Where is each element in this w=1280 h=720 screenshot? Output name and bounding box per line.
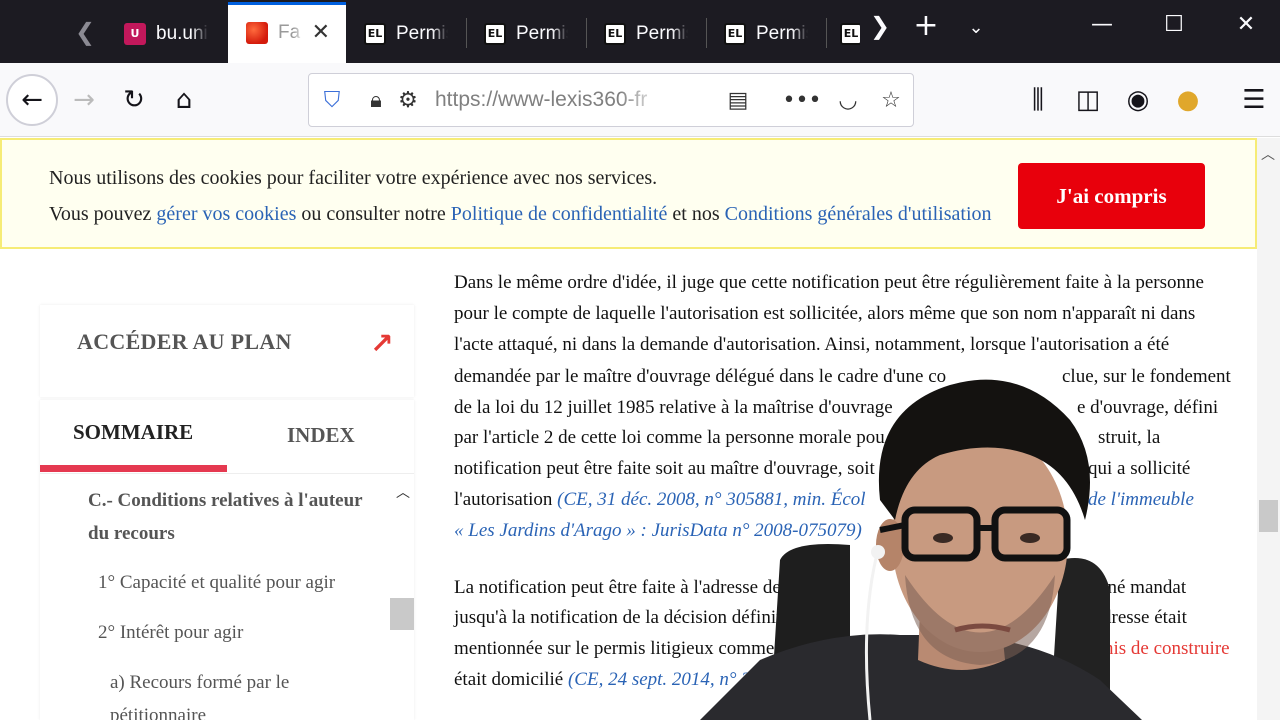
window-close-icon[interactable]: ✕	[1226, 12, 1266, 37]
tab-scroll-left-icon[interactable]: ❮	[70, 14, 100, 50]
tab-permis-3[interactable]: EL Permis	[586, 4, 706, 63]
more-actions-icon[interactable]: •••	[783, 85, 822, 115]
access-plan-label: ACCÉDER AU PLAN	[77, 329, 292, 354]
library-icon[interactable]: ⫼	[1018, 80, 1058, 120]
webcam-presenter-image	[700, 379, 1142, 720]
article-line: pour le compte de laquelle l'autorisatio…	[454, 303, 1196, 324]
reader-view-icon[interactable]: ▤	[723, 85, 753, 115]
tab-favicon-icon: EL	[840, 22, 860, 45]
article-text: était domicilié	[454, 669, 564, 690]
external-arrow-icon[interactable]: ↗	[370, 327, 393, 360]
sidebar-icon[interactable]: ◫	[1068, 80, 1108, 120]
article-text: l'autorisation	[454, 489, 553, 510]
collapse-chevron-icon[interactable]: ︿	[396, 482, 410, 502]
back-arrow-icon[interactable]: ←	[6, 74, 58, 126]
tab-title: bu.uni	[156, 22, 208, 44]
forward-arrow-icon[interactable]: →	[64, 80, 104, 120]
scroll-up-icon[interactable]: ︿	[1261, 144, 1275, 164]
pocket-icon[interactable]: ◡	[833, 85, 863, 115]
tab-sommaire-label: SOMMAIRE	[73, 420, 194, 444]
tab-permis-2[interactable]: EL Permis	[466, 4, 586, 63]
tab-title: Permis	[636, 22, 688, 44]
active-tab-underline	[40, 465, 227, 472]
tab-permis-1[interactable]: EL Permis	[346, 4, 466, 63]
tab-title: Fa	[278, 21, 301, 43]
tab-close-icon[interactable]: ✕	[312, 20, 330, 45]
tab-sommaire[interactable]: SOMMAIRE	[40, 400, 227, 472]
extension-icon[interactable]: ●	[1168, 80, 1208, 120]
page-scrollbar-thumb[interactable]	[1259, 500, 1278, 532]
webcam-overlay	[700, 360, 1142, 720]
cookie-links-line: Vous pouvez gérer vos cookies ou consult…	[49, 203, 992, 226]
cookie-text: ou consulter notre	[296, 203, 451, 225]
cookie-message: Nous utilisons des cookies pour facilite…	[49, 167, 658, 189]
article-line: l'acte attaqué, ni dans la demande d'aut…	[454, 334, 1170, 355]
tab-bu[interactable]: U bu.uni	[106, 4, 228, 63]
summary-panel: SOMMAIRE INDEX C.- Conditions relatives …	[40, 400, 414, 720]
cookie-banner: Nous utilisons des cookies pour facilite…	[0, 138, 1257, 249]
toc-item[interactable]: 2° Intérêt pour agir	[98, 616, 243, 649]
privacy-policy-link[interactable]: Politique de confidentialité	[451, 203, 668, 225]
tab-title: Permis	[756, 22, 808, 44]
lock-icon[interactable]: 🔒︎	[361, 85, 391, 115]
url-bar[interactable]: ⛉ 🔒︎ ⚙ https://www-lexis360-fr ▤ ••• ◡ ☆	[308, 73, 914, 127]
url-text[interactable]: https://www-lexis360-fr	[435, 88, 665, 112]
manage-cookies-link[interactable]: gérer vos cookies	[156, 203, 296, 225]
account-icon[interactable]: ◉	[1118, 80, 1158, 120]
toc-item[interactable]: 1° Capacité et qualité pour agir	[98, 566, 335, 599]
list-all-tabs-icon[interactable]: ⌄	[956, 17, 996, 38]
tab-favicon-icon: EL	[724, 22, 746, 45]
maximize-icon[interactable]: ☐	[1154, 12, 1194, 37]
cookie-text: et nos	[667, 203, 725, 225]
new-tab-icon[interactable]: +	[906, 8, 946, 43]
tab-index[interactable]: INDEX	[227, 400, 414, 472]
bookmark-star-icon[interactable]: ☆	[876, 85, 906, 115]
tab-title: Permis	[516, 22, 568, 44]
page-scrollbar[interactable]: ︿	[1257, 138, 1280, 720]
toc-section-title[interactable]: C.- Conditions relatives à l'auteur du r…	[88, 484, 378, 550]
tracking-shield-icon[interactable]: ⛉	[317, 85, 347, 115]
tab-scroll-right-icon[interactable]: ❯	[860, 12, 900, 40]
navigation-toolbar: ← → ↻ ⌂ ⛉ 🔒︎ ⚙ https://www-lexis360-fr ▤…	[0, 63, 1280, 137]
tab-permis-4[interactable]: EL Permis	[706, 4, 826, 63]
terms-link[interactable]: Conditions générales d'utilisation	[725, 203, 992, 225]
table-of-contents: C.- Conditions relatives à l'auteur du r…	[40, 473, 414, 720]
access-plan-card[interactable]: ACCÉDER AU PLAN ↗	[40, 305, 414, 397]
tab-active[interactable]: Fa ✕	[228, 2, 346, 63]
accept-cookies-button[interactable]: J'ai compris	[1018, 163, 1205, 229]
tab-title: Permis	[396, 22, 448, 44]
reload-icon[interactable]: ↻	[114, 80, 154, 120]
article-line: Dans le même ordre d'idée, il juge que c…	[454, 272, 1204, 293]
cookie-text: Vous pouvez	[49, 203, 157, 225]
home-icon[interactable]: ⌂	[164, 80, 204, 120]
minimize-icon[interactable]: —	[1082, 12, 1122, 37]
tab-favicon-icon: U	[124, 22, 146, 45]
hamburger-menu-icon[interactable]: ☰	[1234, 80, 1274, 120]
tab-permis-5[interactable]: EL	[826, 4, 860, 63]
tab-strip: ❮ U bu.uni Fa ✕ EL Permis EL Permis EL P…	[0, 0, 1280, 63]
tab-favicon-icon: EL	[364, 22, 386, 45]
toc-scrollbar-thumb[interactable]	[390, 598, 414, 630]
tab-favicon-icon	[246, 21, 268, 44]
tab-favicon-icon: EL	[604, 22, 626, 45]
toc-item[interactable]: a) Recours formé par le pétitionnaire	[110, 666, 310, 720]
tab-index-label: INDEX	[287, 423, 355, 447]
tab-favicon-icon: EL	[484, 22, 506, 45]
permissions-icon[interactable]: ⚙	[393, 85, 423, 115]
